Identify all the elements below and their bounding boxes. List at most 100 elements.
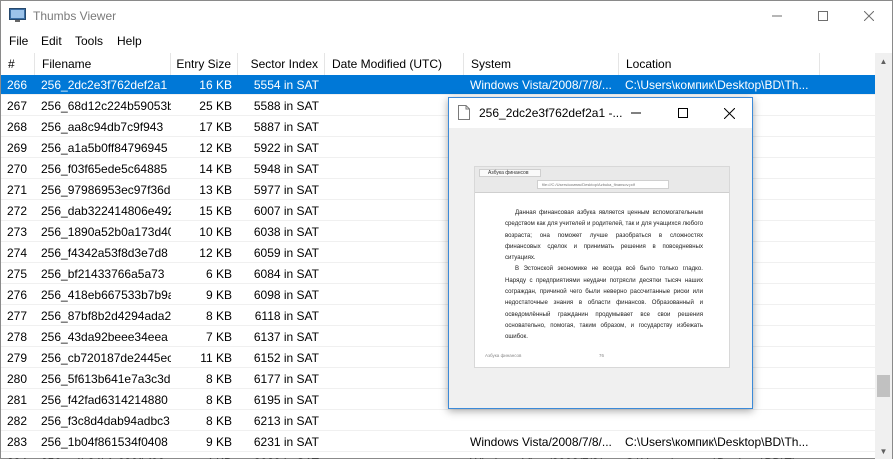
cell-filename: 256_cb720187de2445ec — [41, 351, 171, 365]
cell-filename: 256_87bf8b2d4294ada2 — [41, 309, 171, 323]
cell-date-modified — [325, 180, 464, 200]
cell-filename: 256_5f613b641e7a3c3d — [41, 372, 171, 386]
cell-date-modified — [325, 369, 464, 389]
cell-number: 276 — [7, 288, 28, 302]
scroll-down-arrow-icon[interactable]: ▼ — [875, 443, 892, 459]
thumbnail-preview-window[interactable]: 256_2dc2e3f762def2a1 -... Азбука финансо… — [448, 97, 753, 409]
table-row[interactable]: 266 256_2dc2e3f762def2a1 16 KB 5554 in SAT W… — [1, 75, 875, 95]
cell-entry-size: 12 KB — [199, 246, 232, 260]
cell-sector-index: 3089 in SAT — [238, 453, 325, 459]
cell-date-modified — [325, 432, 464, 452]
cell-number: 282 — [7, 414, 28, 428]
cell-date-modified — [325, 159, 464, 179]
cell-date-modified — [325, 117, 464, 137]
cell-sector-index: 5588 in SAT — [253, 99, 319, 113]
column-header-entry-size[interactable]: Entry Size — [171, 53, 238, 75]
cell-system: Windows Vista/2008/7/8/... — [470, 435, 612, 449]
cell-entry-size: 8 KB — [205, 393, 232, 407]
menu-edit[interactable]: Edit — [41, 34, 62, 48]
table-header: # Filename Entry Size Sector Index Date … — [1, 53, 875, 75]
cell-filename: 256_a1a5b0ff84796945 — [41, 141, 168, 155]
menu-bar: File Edit Tools Help — [1, 31, 892, 51]
cell-date-modified — [325, 75, 464, 95]
table-row[interactable]: 284256_e4b84bfa630fbf064 KB3089 in SAT Wi… — [1, 453, 875, 459]
minimize-icon — [772, 15, 782, 17]
cell-date-modified — [325, 348, 464, 368]
cell-location: C:\Users\компик\Desktop\BD\Th... — [625, 78, 809, 92]
cell-sector-index: 6231 in SAT — [253, 435, 319, 449]
cell-filename: 256_f4342a53f8d3e7d8 — [41, 246, 168, 260]
cell-location — [619, 411, 820, 431]
cell-entry-size: 8 KB — [205, 309, 232, 323]
cell-number: 272 — [7, 204, 28, 218]
cell-entry-size: 13 KB — [199, 183, 232, 197]
cell-number: 270 — [7, 162, 28, 176]
close-button[interactable] — [846, 1, 892, 31]
cell-number: 277 — [7, 309, 28, 323]
column-header-filename[interactable]: Filename — [35, 53, 171, 75]
column-header-number[interactable]: # — [1, 53, 35, 75]
cell-number: 274 — [7, 246, 28, 260]
menu-file[interactable]: File — [9, 34, 28, 48]
cell-sector-index: 6195 in SAT — [253, 393, 319, 407]
cell-filename: 256_68d12c224b59053b — [41, 99, 171, 113]
cell-sector-index: 5948 in SAT — [253, 162, 319, 176]
cell-date-modified — [325, 264, 464, 284]
cell-entry-size: 8 KB — [205, 414, 232, 428]
cell-filename: 256_97986953ec97f36d — [41, 183, 171, 197]
maximize-button[interactable] — [800, 1, 846, 31]
preview-minimize-button[interactable] — [613, 98, 659, 128]
thumbnail-paragraph: В Эстонской экономике не всегда всё было… — [505, 265, 703, 341]
cell-filename: 256_f03f65ede5c64885 — [41, 162, 168, 176]
cell-entry-size: 12 KB — [199, 141, 232, 155]
cell-date-modified — [325, 243, 464, 263]
cell-sector-index: 5977 in SAT — [253, 183, 319, 197]
table-row[interactable]: 282 256_f3c8d4dab94adbc3 8 KB 6213 in SAT — [1, 411, 875, 431]
cell-filename: 256_2dc2e3f762def2a1 — [41, 78, 168, 92]
cell-date-modified — [325, 222, 464, 242]
cell-filename: 256_f3c8d4dab94adbc3 — [41, 414, 170, 428]
preview-title-bar[interactable]: 256_2dc2e3f762def2a1 -... — [449, 98, 752, 128]
cell-date-modified — [325, 453, 464, 459]
cell-filename: 256_1b04f861534f0408 — [41, 435, 168, 449]
thumbnail-browser-tab: Азбука финансов — [479, 169, 541, 177]
scroll-up-arrow-icon[interactable]: ▲ — [875, 53, 892, 70]
vertical-scrollbar[interactable]: ▲ ▼ — [875, 53, 892, 459]
cell-system: Windows Vista/2008/7/8/... — [470, 78, 612, 92]
cell-system — [464, 411, 619, 431]
cell-entry-size: 25 KB — [199, 99, 232, 113]
cell-date-modified — [325, 306, 464, 326]
column-header-system[interactable]: System — [464, 53, 619, 75]
preview-maximize-button[interactable] — [660, 98, 706, 128]
cell-sector-index: 5887 in SAT — [253, 120, 319, 134]
cell-number: 281 — [7, 393, 28, 407]
column-header-location[interactable]: Location — [619, 53, 820, 75]
thumbnail-address-bar: file:///C:/Users/компик/Desktop/Azbuka_f… — [537, 180, 669, 189]
thumbnail-browser-chrome: Азбука финансов file:///C:/Users/компик/… — [475, 167, 729, 193]
cell-date-modified — [325, 390, 464, 410]
column-header-sector-index[interactable]: Sector Index — [238, 53, 325, 75]
column-header-date-modified[interactable]: Date Modified (UTC) — [325, 53, 464, 75]
cell-date-modified — [325, 327, 464, 347]
cell-sector-index: 6084 in SAT — [253, 267, 319, 281]
preview-close-button[interactable] — [706, 98, 752, 128]
thumbnail-document-text: Данная финансовая азбука является ценным… — [505, 207, 703, 343]
cell-date-modified — [325, 138, 464, 158]
cell-filename: 256_418eb667533b7b9a — [41, 288, 171, 302]
cell-entry-size: 9 KB — [205, 435, 232, 449]
title-bar[interactable]: Thumbs Viewer — [1, 1, 892, 31]
cell-entry-size: 15 KB — [199, 204, 232, 218]
minimize-icon — [631, 112, 641, 114]
menu-help[interactable]: Help — [117, 34, 142, 48]
cell-number: 278 — [7, 330, 28, 344]
window-title: Thumbs Viewer — [33, 9, 117, 23]
table-row[interactable]: 283 256_1b04f861534f0408 9 KB 6231 in SAT Wi… — [1, 432, 875, 452]
menu-tools[interactable]: Tools — [75, 34, 103, 48]
scrollbar-thumb[interactable] — [877, 375, 890, 397]
cell-number: 275 — [7, 267, 28, 281]
cell-number: 283 — [7, 435, 28, 449]
thumbnail-footer: Азбука финансов — [485, 353, 522, 358]
minimize-button[interactable] — [754, 1, 800, 31]
main-window: Thumbs Viewer File Edit Tools Help # Fil… — [0, 0, 893, 459]
cell-filename: 256_f42fad6314214880 — [41, 393, 168, 407]
